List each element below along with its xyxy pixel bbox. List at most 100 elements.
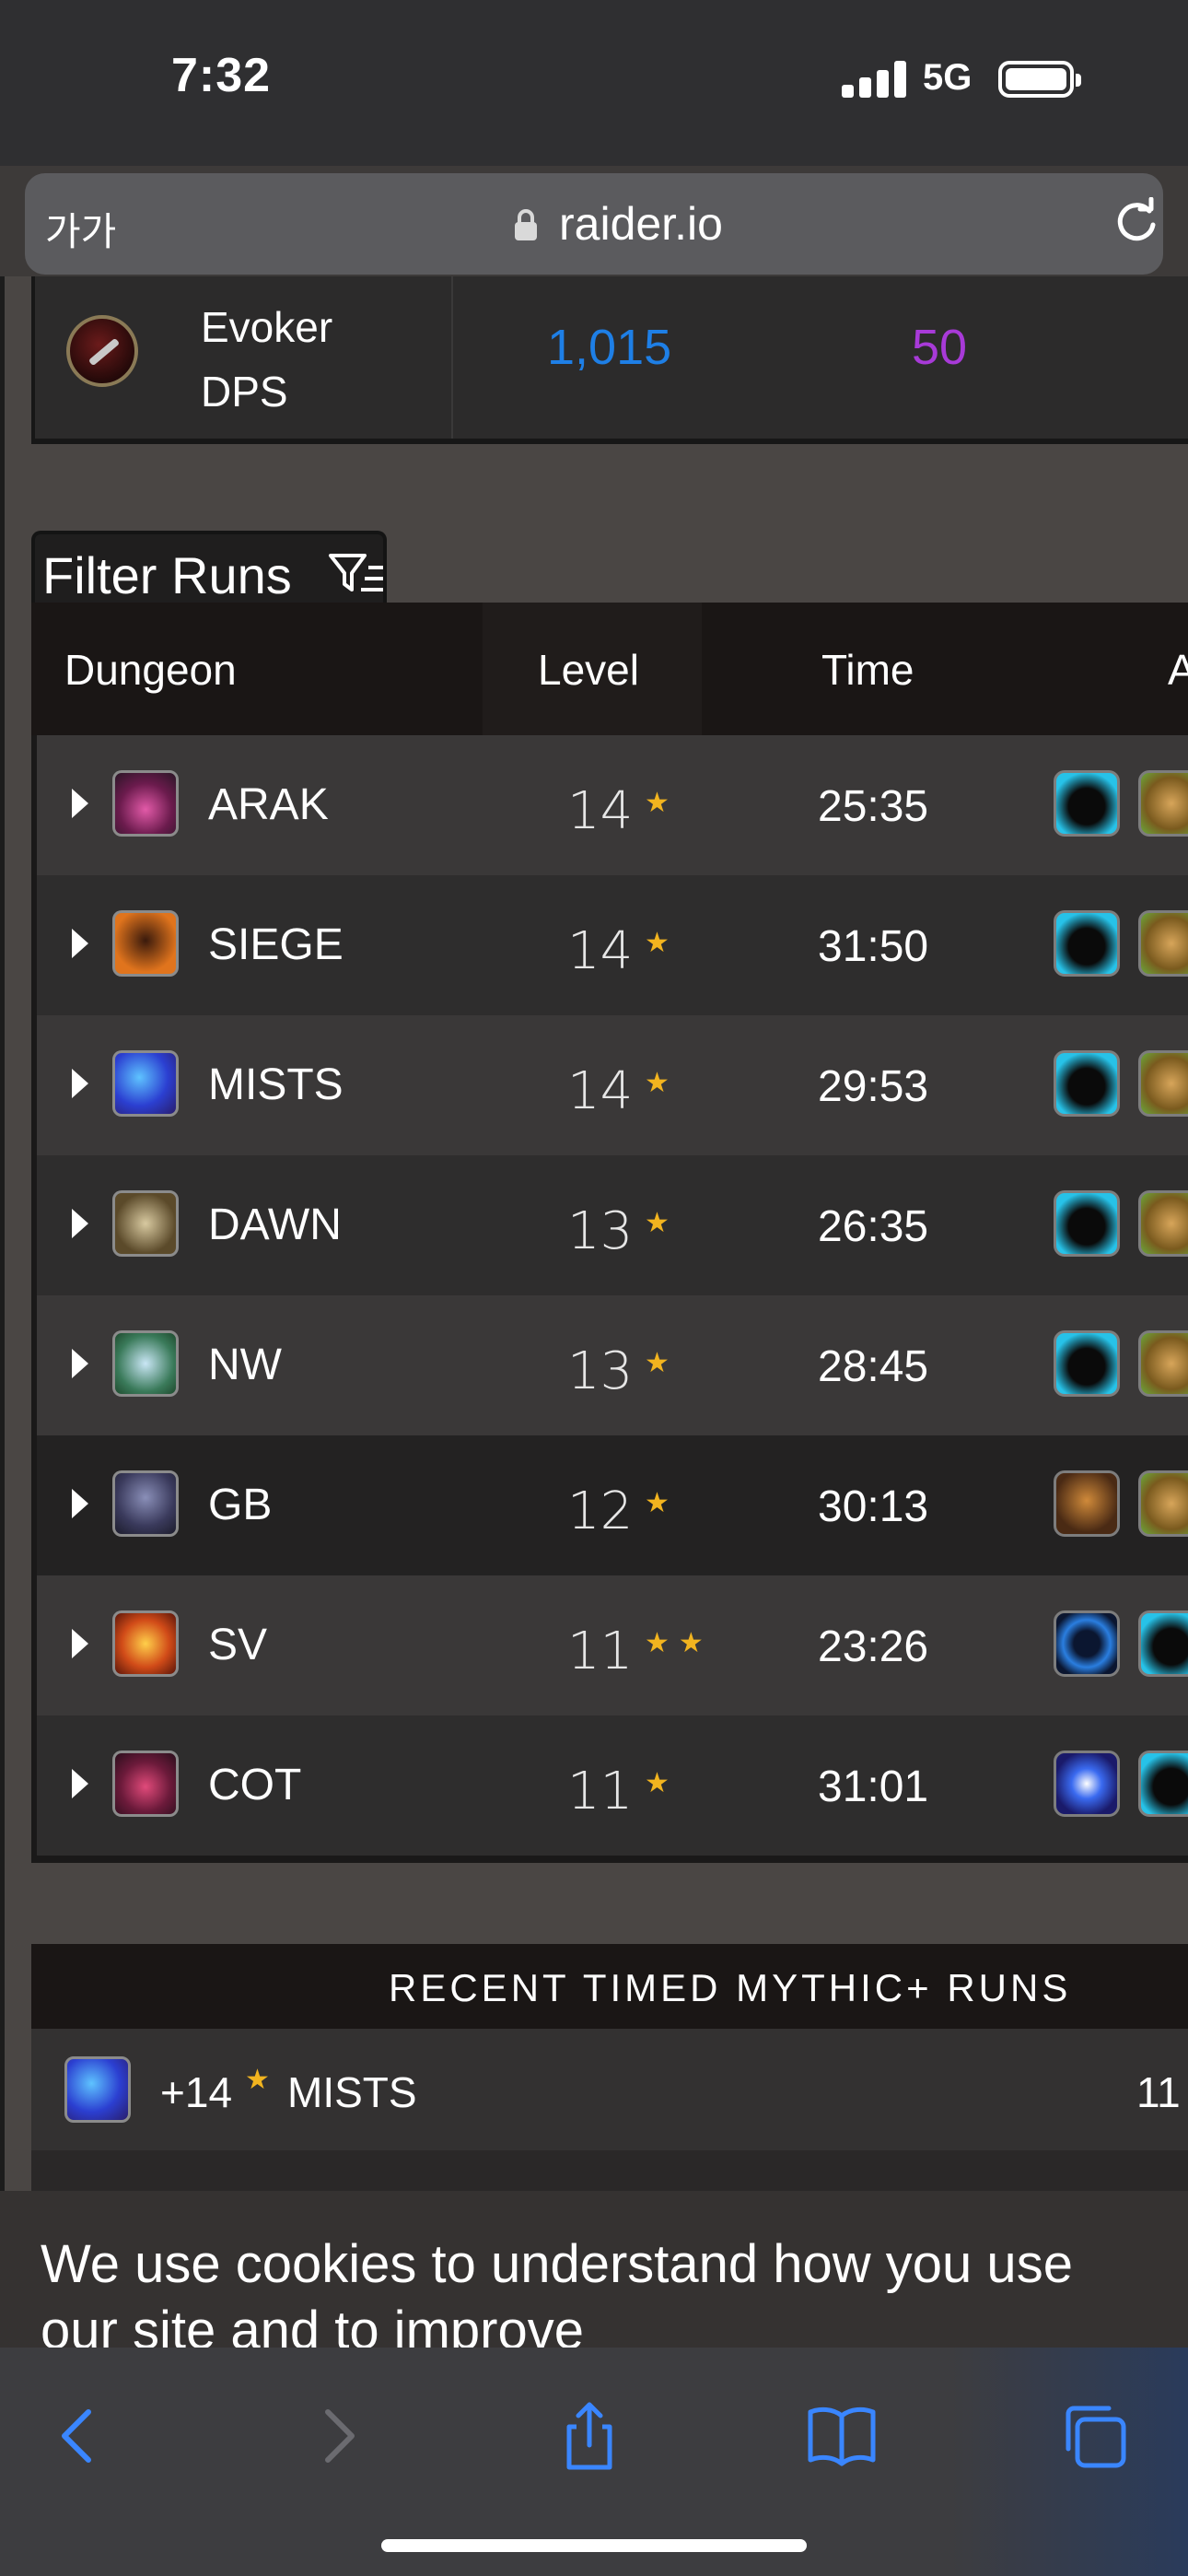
run-time: 31:01 [818,1762,929,1811]
header-level[interactable]: Level [538,645,639,695]
affix-icon [1054,1751,1120,1817]
affix-icon [1138,1751,1188,1817]
dungeon-name: DAWN [208,1200,342,1249]
battery-icon [998,61,1081,98]
evoker-class-icon [66,315,138,387]
address-bar[interactable]: 가가 raider.io [25,173,1163,275]
tabs-icon[interactable] [1057,2399,1131,2473]
dungeon-icon [112,770,179,837]
run-level: 14 [567,781,634,841]
back-icon[interactable] [42,2399,116,2473]
recent-runs-title: RECENT TIMED MYTHIC+ RUNS [389,1966,1072,2009]
expand-caret-icon[interactable] [72,1769,88,1798]
affix-icon [1054,1330,1120,1397]
forward-icon[interactable] [300,2399,374,2473]
home-indicator[interactable] [381,2539,807,2552]
affix-icon [1054,770,1120,837]
star-icon: ★ [645,1208,679,1238]
star-icon: ★ [245,2065,270,2095]
bookmarks-icon[interactable] [805,2399,879,2473]
affix-icon [1054,1050,1120,1117]
expand-caret-icon[interactable] [72,929,88,958]
run-time: 28:45 [818,1342,929,1391]
dungeon-name: SV [208,1621,268,1669]
header-time[interactable]: Time [821,645,914,695]
reload-icon[interactable] [1112,197,1161,247]
status-time: 7:32 [171,49,272,102]
star-icon: ★ [645,1068,679,1098]
run-level: 12 [567,1481,634,1541]
class-rank: 50 [912,320,968,375]
table-row[interactable]: SV 11 ★★ 23:26 [37,1575,1188,1715]
share-icon[interactable] [553,2399,626,2473]
status-bar: 7:32 5G [0,0,1188,166]
star-icon: ★ [645,788,679,818]
cookie-text: We use cookies to understand how you use… [41,2234,1073,2348]
recent-runs-panel: RECENT TIMED MYTHIC+ RUNS +14 ★ MISTS 11 [31,1944,1188,2193]
affix-icon [1054,910,1120,977]
dungeon-icon [112,1470,179,1537]
dungeon-icon [64,2056,131,2123]
expand-caret-icon[interactable] [72,1489,88,1518]
dungeon-icon [112,910,179,977]
star-icon: ★ [645,928,679,958]
dungeon-icon [112,1050,179,1117]
dungeon-icon [112,1190,179,1257]
dungeon-name: MISTS [287,2068,417,2116]
dungeon-name: COT [208,1761,302,1809]
dungeon-name: ARAK [208,780,329,829]
affix-icon [1138,910,1188,977]
table-row[interactable]: DAWN 13 ★ 26:35 [37,1155,1188,1295]
star-icon: ★★ [645,1628,713,1658]
signal-icon [842,61,906,98]
table-header: Dungeon Level Time A [31,603,1188,735]
runs-table: Dungeon Level Time A ARAK 14 ★ 25:35 SIE… [31,603,1188,1863]
filter-runs-button[interactable]: Filter Runs [31,531,387,608]
expand-caret-icon[interactable] [72,1209,88,1238]
class-score: 1,015 [547,320,672,375]
dungeon-name: MISTS [208,1060,344,1109]
table-row[interactable]: MISTS 14 ★ 29:53 [37,1015,1188,1155]
affix-icon [1054,1190,1120,1257]
run-time: 29:53 [818,1062,929,1111]
run-level: +14 [160,2068,233,2116]
run-level: 14 [567,1061,634,1121]
affix-icon [1138,1190,1188,1257]
expand-caret-icon[interactable] [72,1069,88,1098]
dungeon-icon [112,1330,179,1397]
run-level: 13 [567,1341,634,1401]
table-row[interactable]: NW 13 ★ 28:45 [37,1295,1188,1435]
class-role: DPS [201,368,288,416]
header-dungeon[interactable]: Dungeon [64,645,237,695]
run-time: 31:50 [818,922,929,971]
url-domain: raider.io [559,198,723,250]
text-size-button[interactable]: 가가 [45,201,116,257]
class-name: Evoker [201,303,333,351]
dungeon-name: GB [208,1481,273,1529]
class-label: Evoker DPS [201,295,385,424]
affix-icon [1054,1470,1120,1537]
run-time: 30:13 [818,1482,929,1531]
run-level: 11 [567,1762,634,1821]
table-row[interactable]: COT 11 ★ 31:01 [37,1715,1188,1856]
dungeon-icon [112,1751,179,1817]
star-icon: ★ [645,1488,679,1518]
table-row[interactable]: GB 12 ★ 30:13 [37,1435,1188,1575]
table-row[interactable]: SIEGE 14 ★ 31:50 [37,875,1188,1015]
run-score: 11 [1136,2068,1181,2116]
expand-caret-icon[interactable] [72,1629,88,1658]
affix-icon [1138,1470,1188,1537]
affix-icon [1138,1330,1188,1397]
table-row[interactable]: ARAK 14 ★ 25:35 [37,735,1188,875]
list-item[interactable]: +14 ★ MISTS 11 [31,2029,1188,2150]
header-affixes[interactable]: A [1168,645,1188,695]
dungeon-name: SIEGE [208,920,344,969]
page-content: Evoker DPS 1,015 50 Filter Runs Dungeon … [0,276,1188,2193]
dungeon-icon [112,1610,179,1677]
affix-icon [1138,1050,1188,1117]
star-icon: ★ [645,1768,679,1798]
run-level: 11 [567,1622,634,1681]
expand-caret-icon[interactable] [72,1349,88,1378]
expand-caret-icon[interactable] [72,789,88,818]
affix-icon [1054,1610,1120,1677]
